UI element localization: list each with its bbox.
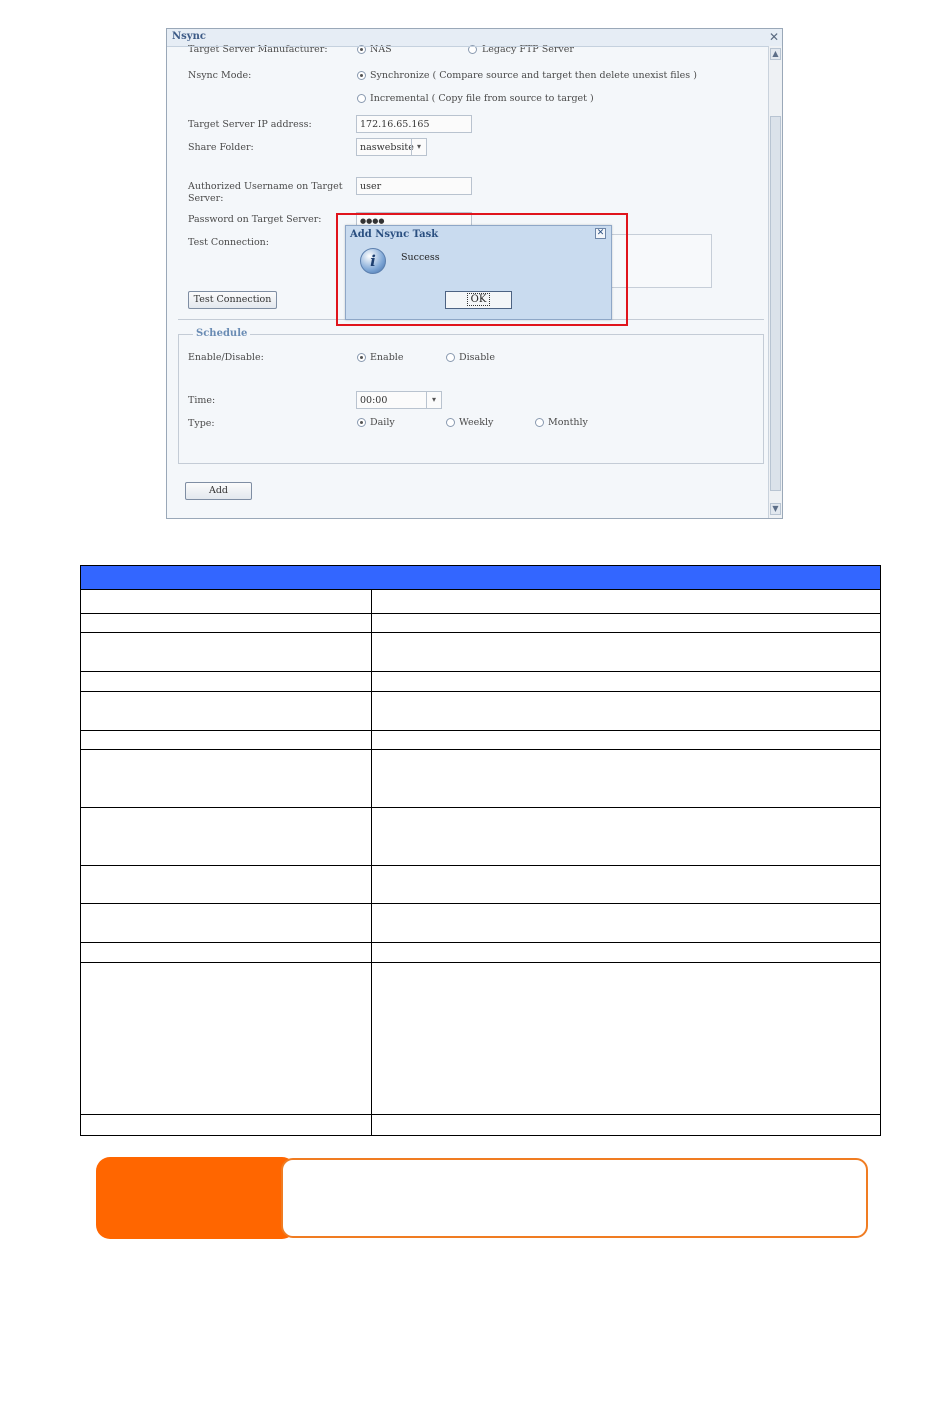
schedule-enable-radio[interactable] bbox=[357, 353, 366, 362]
table-cell bbox=[371, 749, 881, 808]
time-select[interactable]: 00:00 ▾ bbox=[356, 391, 442, 409]
table-row bbox=[80, 691, 881, 731]
highlight-box bbox=[336, 213, 628, 326]
add-button[interactable]: Add bbox=[185, 482, 252, 500]
table-cell bbox=[80, 632, 372, 672]
table-row bbox=[80, 1114, 881, 1136]
table-row bbox=[80, 962, 881, 1115]
ip-label: Target Server IP address: bbox=[188, 119, 312, 130]
table-cell bbox=[371, 730, 881, 750]
table-cell bbox=[371, 865, 881, 904]
table-cell bbox=[371, 632, 881, 672]
table-cell bbox=[80, 865, 372, 904]
share-folder-value: naswebsite bbox=[360, 142, 414, 153]
table-cell bbox=[80, 962, 372, 1115]
table-row bbox=[80, 613, 881, 633]
table-cell bbox=[80, 807, 372, 866]
type-daily-radio[interactable] bbox=[357, 418, 366, 427]
table-row bbox=[80, 749, 881, 808]
password-label: Password on Target Server: bbox=[188, 214, 322, 225]
scrollbar-thumb[interactable] bbox=[770, 116, 781, 491]
share-folder-select[interactable]: naswebsite ▾ bbox=[356, 138, 427, 156]
vertical-scrollbar[interactable]: ▲ ▼ bbox=[768, 46, 782, 518]
type-label: Type: bbox=[188, 418, 215, 429]
table-cell bbox=[80, 942, 372, 963]
table-row bbox=[80, 671, 881, 692]
schedule-disable-radio[interactable] bbox=[446, 353, 455, 362]
nsync-mode-label: Nsync Mode: bbox=[188, 70, 252, 81]
table-cell bbox=[80, 671, 372, 692]
mode-incremental-radio[interactable] bbox=[357, 94, 366, 103]
table-row bbox=[80, 589, 881, 614]
table-cell bbox=[371, 1114, 881, 1136]
table-cell bbox=[371, 589, 881, 614]
table-cell bbox=[80, 613, 372, 633]
mode-synchronize-radio[interactable] bbox=[357, 71, 366, 80]
table-cell bbox=[371, 671, 881, 692]
type-monthly-label: Monthly bbox=[548, 417, 588, 428]
table-cell bbox=[80, 1114, 372, 1136]
table-cell bbox=[371, 942, 881, 963]
type-monthly-radio[interactable] bbox=[535, 418, 544, 427]
table-cell bbox=[80, 730, 372, 750]
table-cell bbox=[371, 613, 881, 633]
close-icon[interactable]: ✕ bbox=[769, 30, 779, 44]
table-cell bbox=[80, 691, 372, 731]
schedule-legend: Schedule bbox=[193, 328, 251, 339]
table-row bbox=[80, 632, 881, 672]
note-box bbox=[281, 1158, 868, 1238]
username-label-line2: Server: bbox=[188, 193, 224, 204]
mode-incremental-label: Incremental ( Copy file from source to t… bbox=[370, 93, 594, 104]
table-header-row bbox=[80, 565, 881, 590]
chevron-down-icon[interactable]: ▾ bbox=[411, 139, 426, 155]
table-cell bbox=[371, 962, 881, 1115]
test-connection-button[interactable]: Test Connection bbox=[188, 291, 277, 309]
table-row bbox=[80, 942, 881, 963]
type-daily-label: Daily bbox=[370, 417, 395, 428]
type-weekly-radio[interactable] bbox=[446, 418, 455, 427]
schedule-disable-label: Disable bbox=[459, 352, 495, 363]
table-header bbox=[80, 565, 881, 590]
enable-disable-label: Enable/Disable: bbox=[188, 352, 264, 363]
table-cell bbox=[371, 807, 881, 866]
window-title: Nsync bbox=[172, 31, 206, 42]
table-cell bbox=[371, 691, 881, 731]
schedule-enable-label: Enable bbox=[370, 352, 404, 363]
username-label-line1: Authorized Username on Target bbox=[188, 181, 343, 192]
time-label: Time: bbox=[188, 395, 216, 406]
username-input[interactable]: user bbox=[356, 177, 472, 195]
table-row bbox=[80, 730, 881, 750]
table-cell bbox=[371, 903, 881, 943]
table-cell bbox=[80, 589, 372, 614]
note-tab bbox=[96, 1157, 296, 1239]
chevron-down-icon[interactable]: ▾ bbox=[426, 392, 441, 408]
scroll-up-icon[interactable]: ▲ bbox=[770, 48, 781, 60]
scroll-down-icon[interactable]: ▼ bbox=[770, 503, 781, 515]
mode-synchronize-label: Synchronize ( Compare source and target … bbox=[370, 70, 697, 81]
share-folder-label: Share Folder: bbox=[188, 142, 254, 153]
table-row bbox=[80, 903, 881, 943]
table-cell bbox=[80, 749, 372, 808]
table-row bbox=[80, 807, 881, 866]
table-cell bbox=[80, 903, 372, 943]
description-table bbox=[80, 565, 881, 1136]
ip-input[interactable]: 172.16.65.165 bbox=[356, 115, 472, 133]
type-weekly-label: Weekly bbox=[459, 417, 494, 428]
time-value: 00:00 bbox=[360, 395, 388, 406]
test-connection-label: Test Connection: bbox=[188, 237, 269, 248]
table-row bbox=[80, 865, 881, 904]
